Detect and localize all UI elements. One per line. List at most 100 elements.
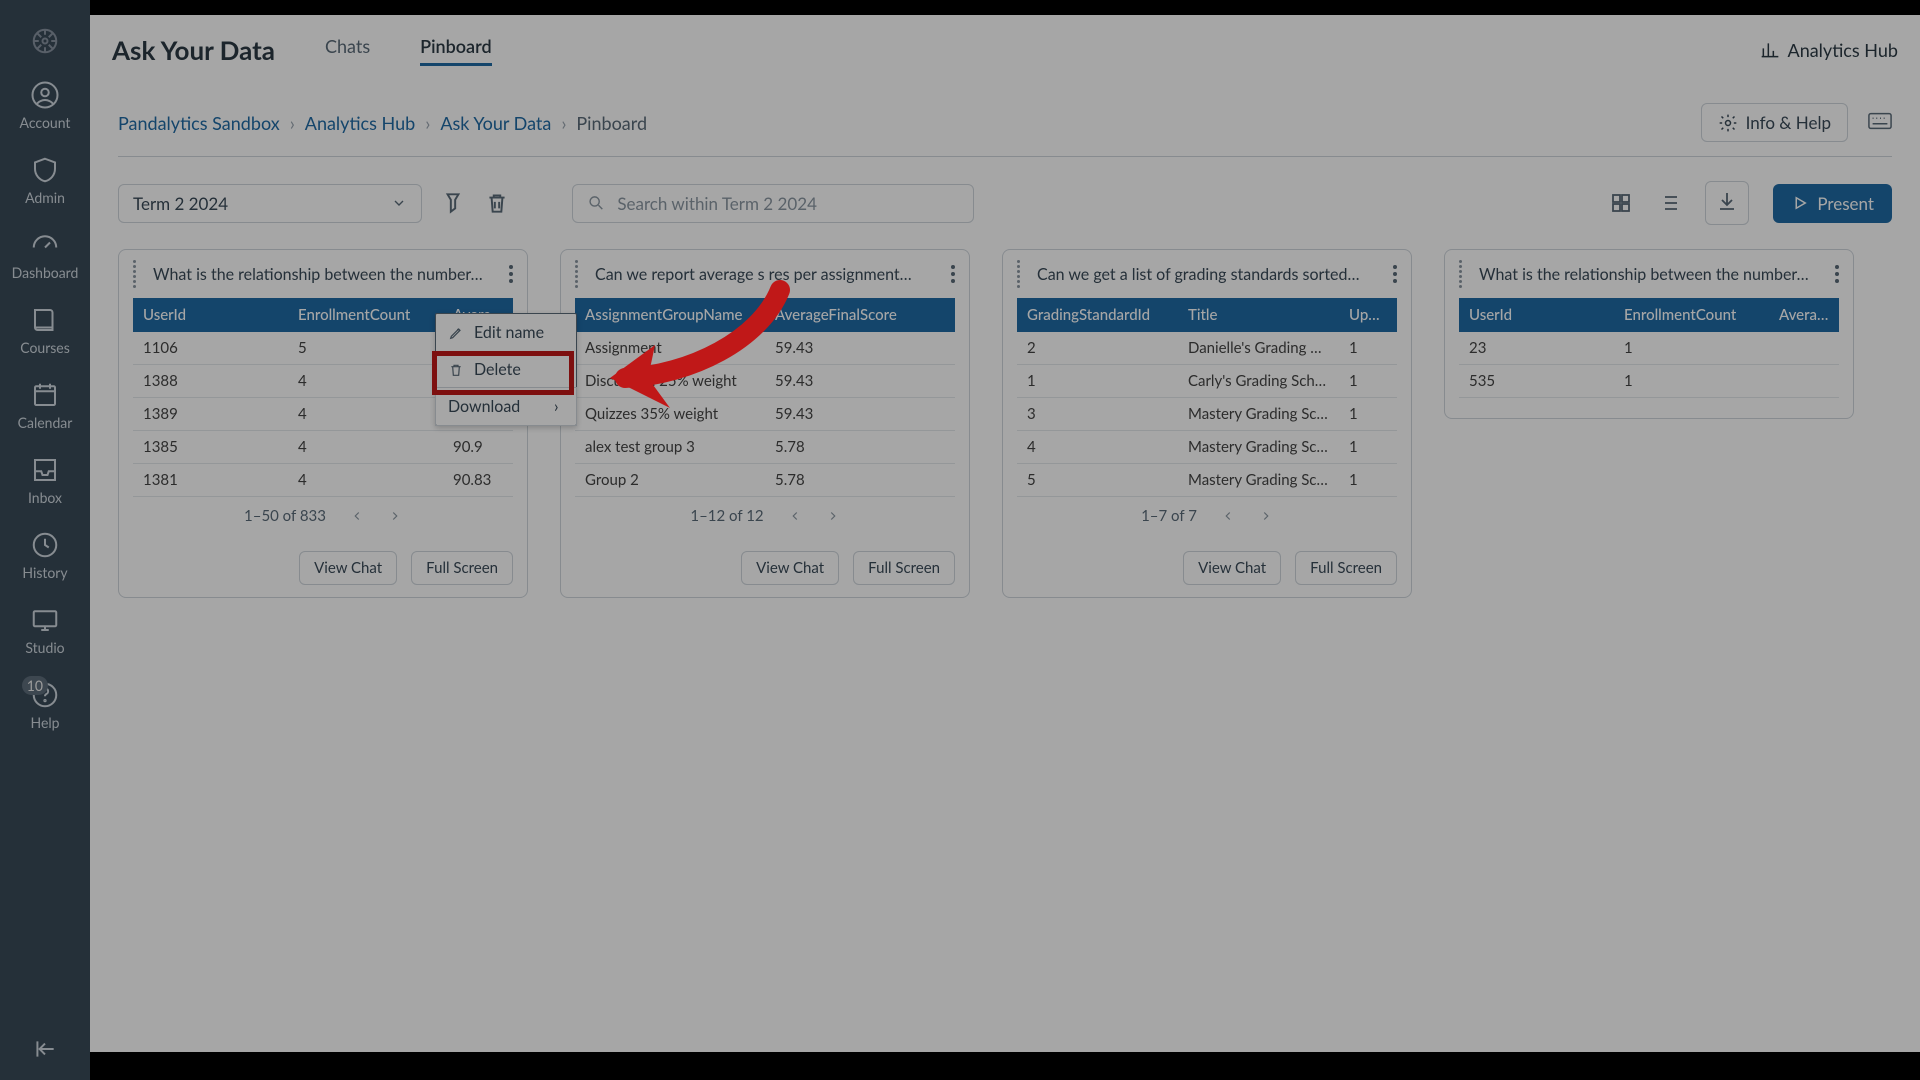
nav-inbox[interactable]: Inbox: [28, 455, 62, 506]
nav-calendar[interactable]: Calendar: [18, 380, 73, 431]
pager-text: 1–7 of 7: [1141, 507, 1197, 525]
download-button[interactable]: [1705, 181, 1749, 225]
table-cell: 4: [288, 398, 443, 431]
full-screen-button[interactable]: Full Screen: [853, 551, 955, 585]
monitor-icon: [30, 605, 60, 635]
nav-history[interactable]: History: [22, 530, 67, 581]
card-menu-button[interactable]: [509, 265, 513, 283]
table-row: 1385490.9: [133, 431, 513, 464]
menu-delete[interactable]: Delete: [436, 351, 576, 388]
tag-icon[interactable]: [440, 190, 466, 216]
table-cell: 5: [1017, 464, 1178, 497]
tab-chats[interactable]: Chats: [325, 35, 370, 66]
table-cell: Discussion 25% weight: [575, 365, 765, 398]
prev-page-icon[interactable]: [1221, 509, 1235, 523]
card-context-menu: Edit name Delete Download ›: [435, 313, 577, 426]
inbox-icon: [30, 455, 60, 485]
next-page-icon[interactable]: [388, 509, 402, 523]
table-row: Quizzes 35% weight59.43: [575, 398, 955, 431]
table-row: 4Mastery Grading Scheme1: [1017, 431, 1397, 464]
prev-page-icon[interactable]: [350, 509, 364, 523]
chevron-down-icon: [391, 195, 407, 211]
view-chat-button[interactable]: View Chat: [1183, 551, 1281, 585]
pencil-icon: [448, 325, 464, 341]
table-cell: 4: [288, 365, 443, 398]
nav-studio[interactable]: Studio: [25, 605, 64, 656]
crumb-analytics-hub[interactable]: Analytics Hub: [305, 112, 415, 134]
drag-handle-icon[interactable]: [575, 260, 585, 288]
logo: [30, 26, 60, 56]
full-screen-button[interactable]: Full Screen: [411, 551, 513, 585]
table-cell: [1769, 332, 1839, 365]
card-grading-standards: Can we get a list of grading standards s…: [1002, 249, 1412, 598]
prev-page-icon[interactable]: [788, 509, 802, 523]
table-cell: 1106: [133, 332, 288, 365]
info-help-button[interactable]: Info & Help: [1701, 103, 1848, 142]
user-circle-icon: [30, 80, 60, 110]
main-area: Ask Your Data Chats Pinboard Analytics H…: [90, 0, 1920, 1080]
col-header: AssignmentGroupName: [575, 298, 765, 332]
drag-handle-icon[interactable]: [1459, 260, 1469, 288]
calendar-icon: [30, 380, 60, 410]
drag-handle-icon[interactable]: [1017, 260, 1027, 288]
card-enrollment-relationship-2: What is the relationship between the num…: [1444, 249, 1854, 419]
nav-collapse[interactable]: [0, 1036, 90, 1062]
present-button[interactable]: Present: [1773, 184, 1892, 223]
card-menu-button[interactable]: [1393, 265, 1397, 283]
next-page-icon[interactable]: [826, 509, 840, 523]
next-page-icon[interactable]: [1259, 509, 1273, 523]
table-cell: 1388: [133, 365, 288, 398]
list-view-icon[interactable]: [1657, 191, 1681, 215]
view-chat-button[interactable]: View Chat: [299, 551, 397, 585]
pager-text: 1–12 of 12: [690, 507, 763, 525]
table-cell: 1389: [133, 398, 288, 431]
search-input[interactable]: [617, 193, 959, 214]
nav-courses[interactable]: Courses: [20, 305, 70, 356]
nav-help[interactable]: 10Help: [30, 680, 60, 731]
term-dropdown[interactable]: Term 2 2024: [118, 184, 422, 223]
table-cell: 3: [1017, 398, 1178, 431]
grid-view-icon[interactable]: [1609, 191, 1633, 215]
data-table: GradingStandardId Title Update 2Danielle…: [1017, 298, 1397, 497]
app-logo-icon: [30, 26, 60, 56]
view-chat-button[interactable]: View Chat: [741, 551, 839, 585]
bar-chart-icon: [1760, 40, 1780, 60]
table-cell: 1: [1339, 464, 1397, 497]
nav-dashboard[interactable]: Dashboard: [12, 230, 79, 281]
table-row: 2Danielle's Grading Scheme1: [1017, 332, 1397, 365]
table-cell: 1: [1339, 365, 1397, 398]
table-cell: 59.43: [765, 365, 955, 398]
drag-handle-icon[interactable]: [133, 260, 143, 288]
menu-download[interactable]: Download ›: [436, 388, 576, 425]
nav-account[interactable]: Account: [20, 80, 71, 131]
table-cell: Mastery Grading Scheme: [1178, 464, 1339, 497]
col-header: EnrollmentCount: [1614, 298, 1769, 332]
card-menu-button[interactable]: [1835, 265, 1839, 283]
analytics-hub-link[interactable]: Analytics Hub: [1760, 39, 1898, 61]
info-label: Info & Help: [1746, 112, 1831, 133]
nav-label: History: [22, 564, 67, 581]
trash-icon[interactable]: [484, 190, 510, 216]
clock-icon: [30, 530, 60, 560]
book-icon: [30, 305, 60, 335]
table-row: 1381490.83: [133, 464, 513, 497]
keyboard-shortcut-button[interactable]: [1868, 112, 1892, 134]
nav-label: Calendar: [18, 414, 73, 431]
crumb-sandbox[interactable]: Pandalytics Sandbox: [118, 112, 280, 134]
search-icon: [587, 193, 605, 213]
table-cell: Carly's Grading Scheme: [1178, 365, 1339, 398]
nav-admin[interactable]: Admin: [25, 155, 65, 206]
table-cell: 5.78: [765, 464, 955, 497]
table-row: 1Carly's Grading Scheme1: [1017, 365, 1397, 398]
table-row: 3Mastery Grading Scheme1: [1017, 398, 1397, 431]
crumb-ask-your-data[interactable]: Ask Your Data: [440, 112, 551, 134]
card-menu-button[interactable]: [951, 265, 955, 283]
full-screen-button[interactable]: Full Screen: [1295, 551, 1397, 585]
table-cell: Mastery Grading Scheme: [1178, 398, 1339, 431]
breadcrumb-bar: Pandalytics Sandbox › Analytics Hub › As…: [90, 85, 1920, 156]
search-box[interactable]: [572, 184, 974, 223]
table-cell: 59.43: [765, 398, 955, 431]
tab-pinboard[interactable]: Pinboard: [420, 35, 491, 66]
menu-edit-name[interactable]: Edit name: [436, 314, 576, 351]
menu-label: Download: [448, 397, 520, 416]
